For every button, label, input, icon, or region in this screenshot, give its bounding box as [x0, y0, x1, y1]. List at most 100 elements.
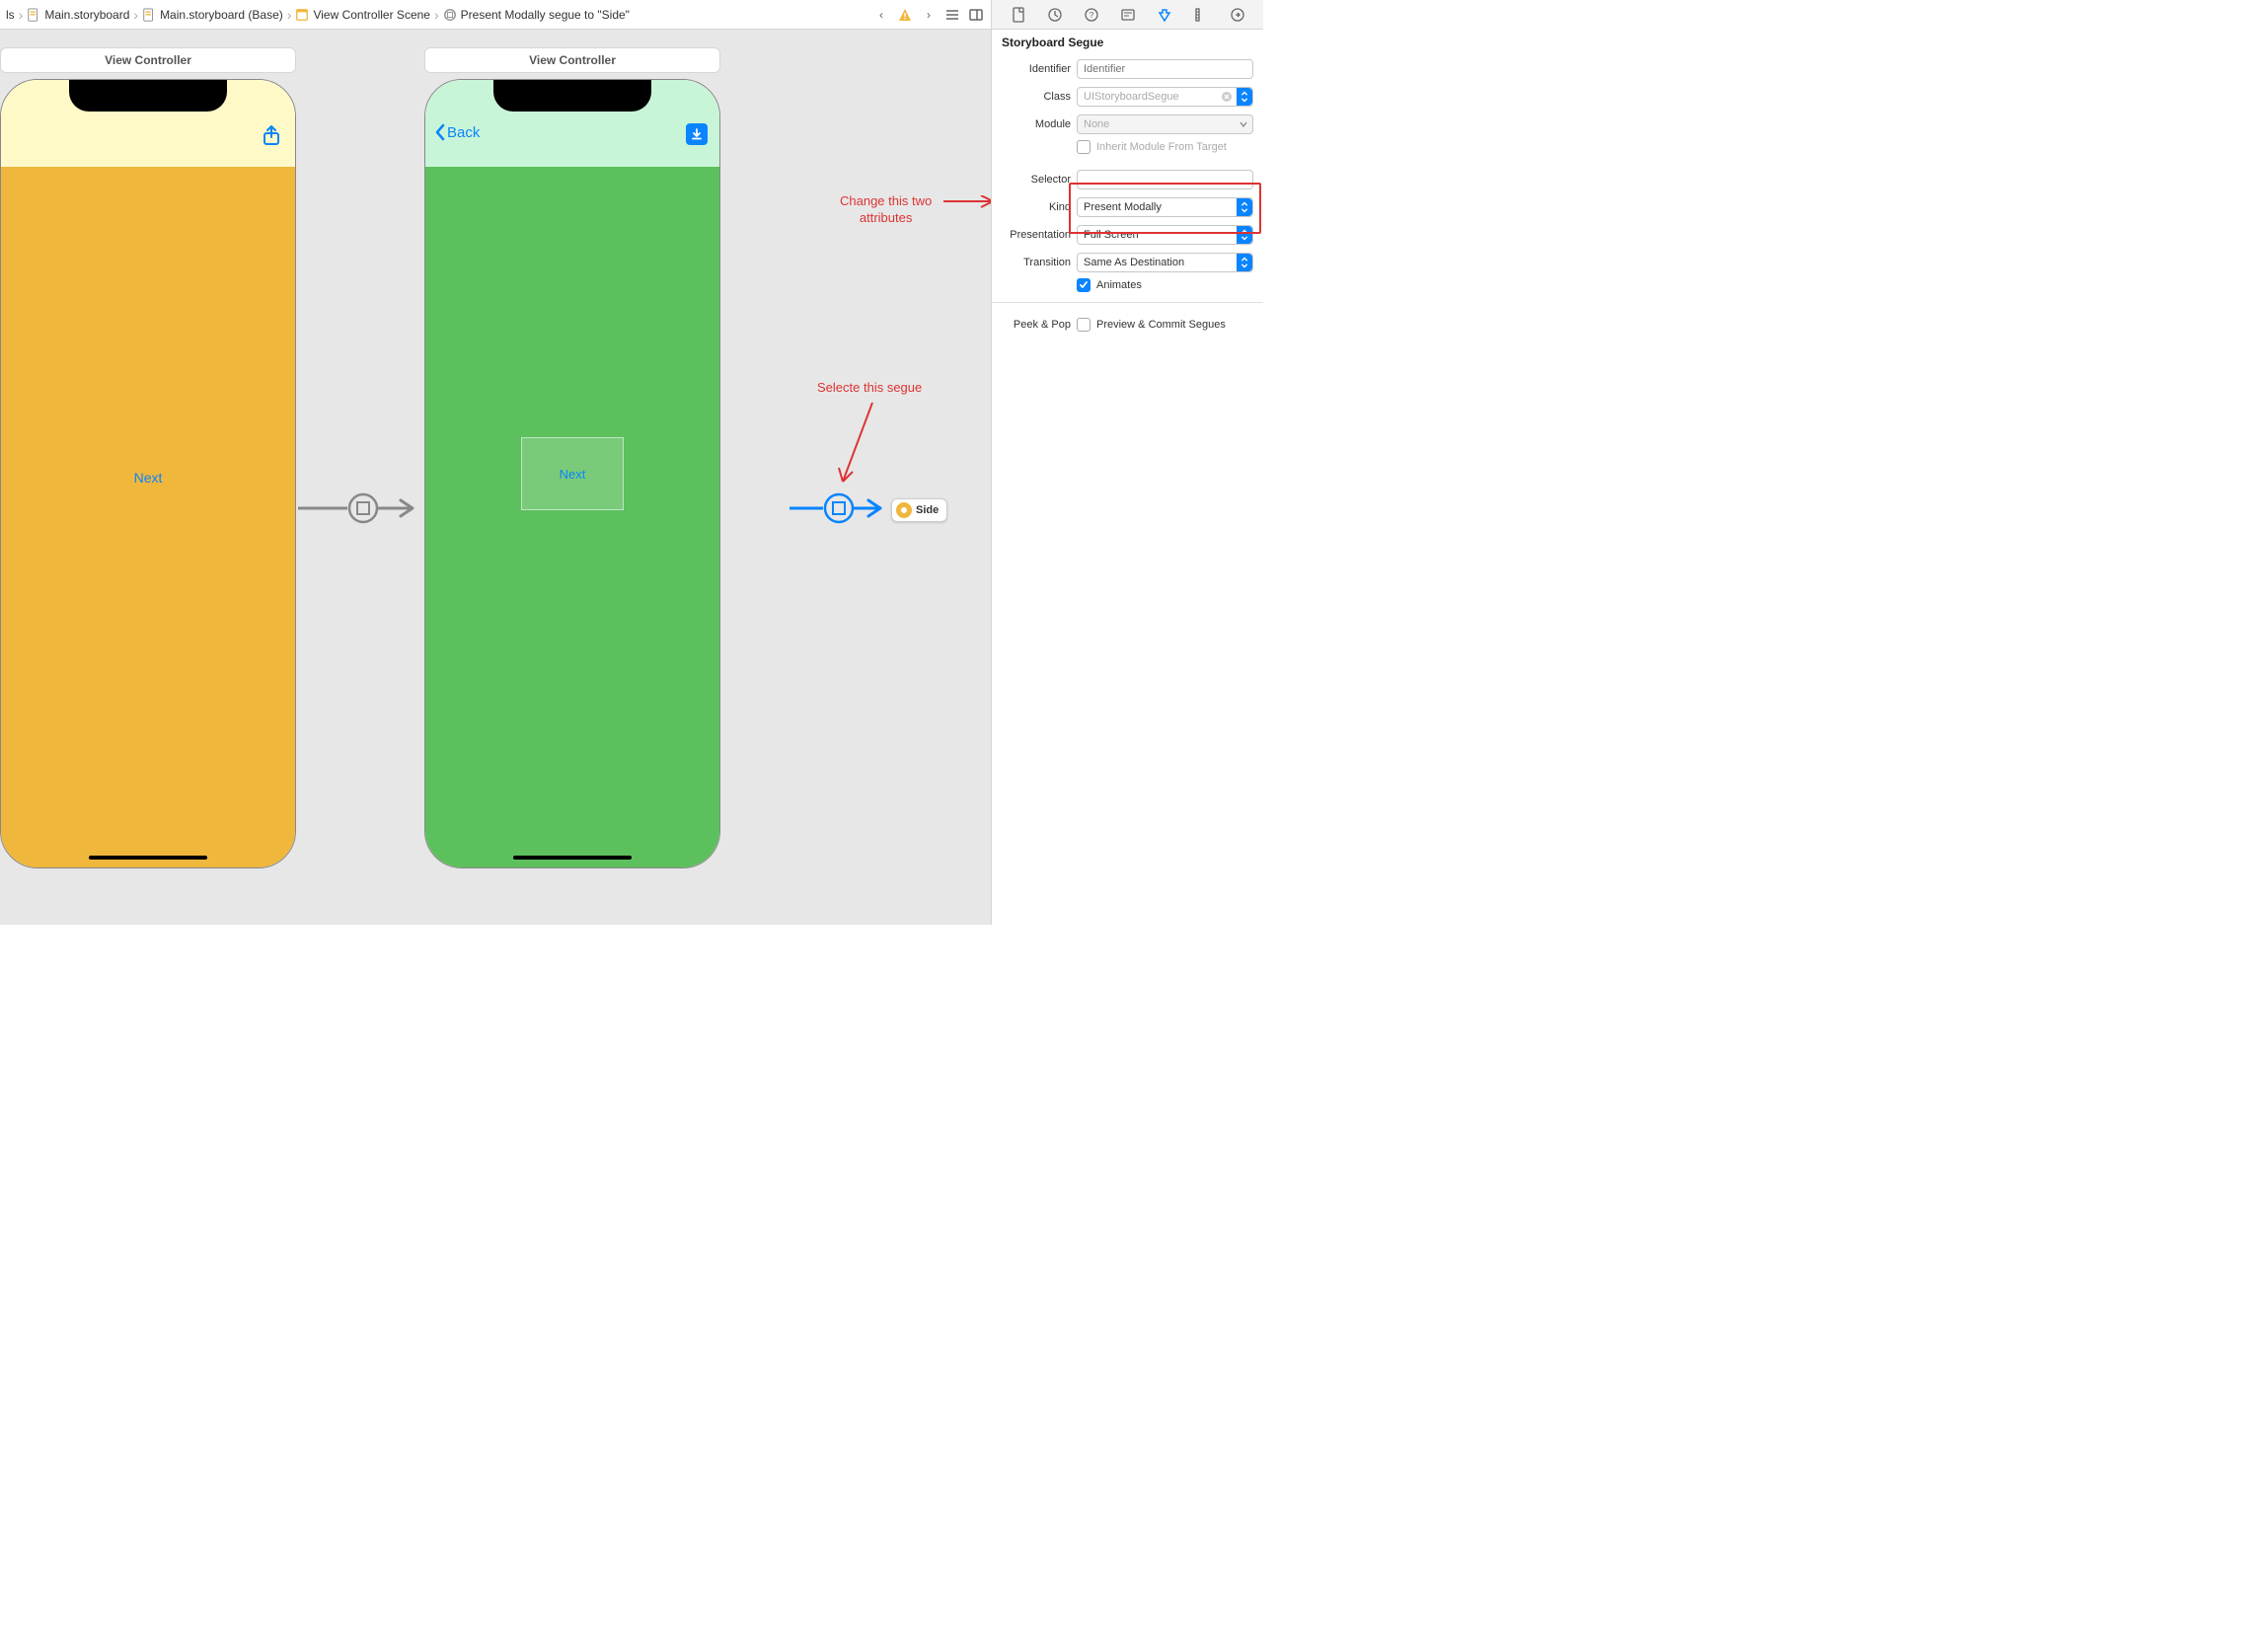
- transition-combo[interactable]: Same As Destination: [1077, 253, 1253, 272]
- navbar-green: Back: [425, 80, 719, 167]
- scene-view-controller-2[interactable]: View Controller Back Next: [424, 47, 720, 868]
- adjust-editor-button[interactable]: [967, 6, 985, 24]
- identity-inspector-tab[interactable]: [1118, 5, 1138, 25]
- checkbox-checked-icon[interactable]: [1077, 278, 1090, 292]
- chevron-right-icon: ›: [287, 7, 292, 23]
- back-button[interactable]: Back: [435, 123, 480, 141]
- help-inspector-tab[interactable]: ?: [1082, 5, 1101, 25]
- phone-body-green: [425, 167, 719, 867]
- selector-label: Selector: [1002, 174, 1071, 186]
- next-button-label: Next: [134, 470, 163, 486]
- divider: [992, 302, 1263, 303]
- annotation-arrow-1: [829, 399, 878, 497]
- notch-icon: [493, 80, 651, 112]
- annotation-text: Selecte this segue: [817, 380, 922, 395]
- breadcrumb-item-scene[interactable]: View Controller Scene: [295, 8, 430, 22]
- scene-title-bar[interactable]: View Controller: [424, 47, 720, 73]
- transition-label: Transition: [1002, 257, 1071, 268]
- phone-preview-1[interactable]: Next: [0, 79, 296, 868]
- outline-toggle-button[interactable]: [943, 6, 961, 24]
- scene-title-label: View Controller: [105, 53, 191, 67]
- storyboard-reference-icon: [896, 502, 912, 518]
- size-inspector-tab[interactable]: [1191, 5, 1211, 25]
- class-value: UIStoryboardSegue: [1084, 91, 1179, 103]
- breadcrumb-label: Main.storyboard (Base): [160, 8, 283, 22]
- breadcrumb-label: View Controller Scene: [313, 8, 430, 22]
- presentation-value: Full Screen: [1084, 229, 1139, 241]
- checkbox-unchecked-icon[interactable]: [1077, 318, 1090, 332]
- warning-icon[interactable]: [896, 6, 914, 24]
- share-icon[interactable]: [260, 123, 283, 147]
- prev-issue-button[interactable]: ‹: [872, 6, 890, 24]
- identifier-input[interactable]: [1084, 63, 1246, 75]
- module-label: Module: [1002, 118, 1071, 130]
- breadcrumb-item-storyboard[interactable]: Main.storyboard: [27, 8, 129, 22]
- inherit-module-checkbox-row[interactable]: Inherit Module From Target: [1077, 140, 1253, 154]
- inspector-heading: Storyboard Segue: [1002, 34, 1253, 49]
- kind-value: Present Modally: [1084, 201, 1162, 213]
- presentation-combo[interactable]: Full Screen: [1077, 225, 1253, 245]
- breadcrumb-item-base[interactable]: Main.storyboard (Base): [142, 8, 283, 22]
- attributes-inspector-panel: Storyboard Segue Identifier Class UIStor…: [991, 30, 1263, 925]
- breadcrumb-item-segue[interactable]: Present Modally segue to "Side": [443, 8, 630, 22]
- container-label: Next: [560, 467, 586, 482]
- clear-icon[interactable]: [1221, 91, 1233, 103]
- stepper-icon[interactable]: [1237, 198, 1252, 216]
- scene-view-controller-1[interactable]: View Controller Next: [0, 47, 296, 868]
- scene-icon: [295, 8, 309, 22]
- file-inspector-tab[interactable]: [1009, 5, 1028, 25]
- kind-label: Kind: [1002, 201, 1071, 213]
- next-button[interactable]: Next: [134, 470, 163, 486]
- chevron-right-icon: ›: [19, 7, 24, 23]
- home-indicator-icon: [513, 856, 632, 860]
- animates-checkbox-row[interactable]: Animates: [1077, 278, 1253, 292]
- attributes-inspector-tab[interactable]: [1155, 5, 1174, 25]
- download-icon[interactable]: [686, 123, 708, 145]
- breadcrumb-label: ls: [6, 8, 15, 22]
- annotation-change-attrs: Change this two attributes: [840, 193, 932, 227]
- selector-input[interactable]: [1084, 174, 1246, 186]
- selector-field[interactable]: [1077, 170, 1253, 189]
- annotation-arrow-2: [943, 195, 991, 215]
- chevron-down-icon: [1239, 119, 1248, 129]
- back-button-label: Back: [447, 124, 480, 141]
- module-combo[interactable]: None: [1077, 114, 1253, 134]
- identifier-field[interactable]: [1077, 59, 1253, 79]
- breadcrumb-item-root[interactable]: ls: [6, 8, 15, 22]
- preview-commit-label: Preview & Commit Segues: [1096, 319, 1226, 331]
- history-inspector-tab[interactable]: [1045, 5, 1065, 25]
- navbar-yellow: [1, 80, 295, 167]
- segue-arrow-1[interactable]: [296, 484, 426, 533]
- scene-title-label: View Controller: [529, 53, 616, 67]
- connections-inspector-tab[interactable]: [1228, 5, 1247, 25]
- breadcrumb-label: Main.storyboard: [44, 8, 129, 22]
- checkbox-unchecked-icon[interactable]: [1077, 140, 1090, 154]
- chevron-right-icon: ›: [434, 7, 439, 23]
- storyboard-file-icon: [27, 8, 40, 22]
- chevron-left-icon: [435, 123, 445, 141]
- inspector-tab-bar: ?: [991, 0, 1263, 30]
- phone-preview-2[interactable]: Back Next: [424, 79, 720, 868]
- segue-icon: [443, 8, 457, 22]
- identifier-label: Identifier: [1002, 63, 1071, 75]
- storyboard-canvas[interactable]: View Controller Next View Controller: [0, 30, 991, 925]
- stepper-icon[interactable]: [1237, 88, 1252, 106]
- home-indicator-icon: [89, 856, 207, 860]
- annotation-text: Change this two: [840, 193, 932, 208]
- annotation-text: attributes: [860, 210, 912, 225]
- next-issue-button[interactable]: ›: [920, 6, 938, 24]
- kind-combo[interactable]: Present Modally: [1077, 197, 1253, 217]
- inherit-module-label: Inherit Module From Target: [1096, 141, 1227, 153]
- module-value: None: [1084, 118, 1109, 130]
- class-combo[interactable]: UIStoryboardSegue: [1077, 87, 1253, 107]
- peekpop-label: Peek & Pop: [1002, 319, 1071, 331]
- container-view[interactable]: Next: [521, 437, 624, 510]
- scene-reference-side[interactable]: Side: [891, 498, 947, 522]
- svg-text:?: ?: [1089, 11, 1093, 20]
- stepper-icon[interactable]: [1237, 226, 1252, 244]
- annotation-select-segue: Selecte this segue: [817, 380, 922, 397]
- chevron-right-icon: ›: [133, 7, 138, 23]
- scene-title-bar[interactable]: View Controller: [0, 47, 296, 73]
- stepper-icon[interactable]: [1237, 254, 1252, 271]
- presentation-label: Presentation: [1002, 229, 1071, 241]
